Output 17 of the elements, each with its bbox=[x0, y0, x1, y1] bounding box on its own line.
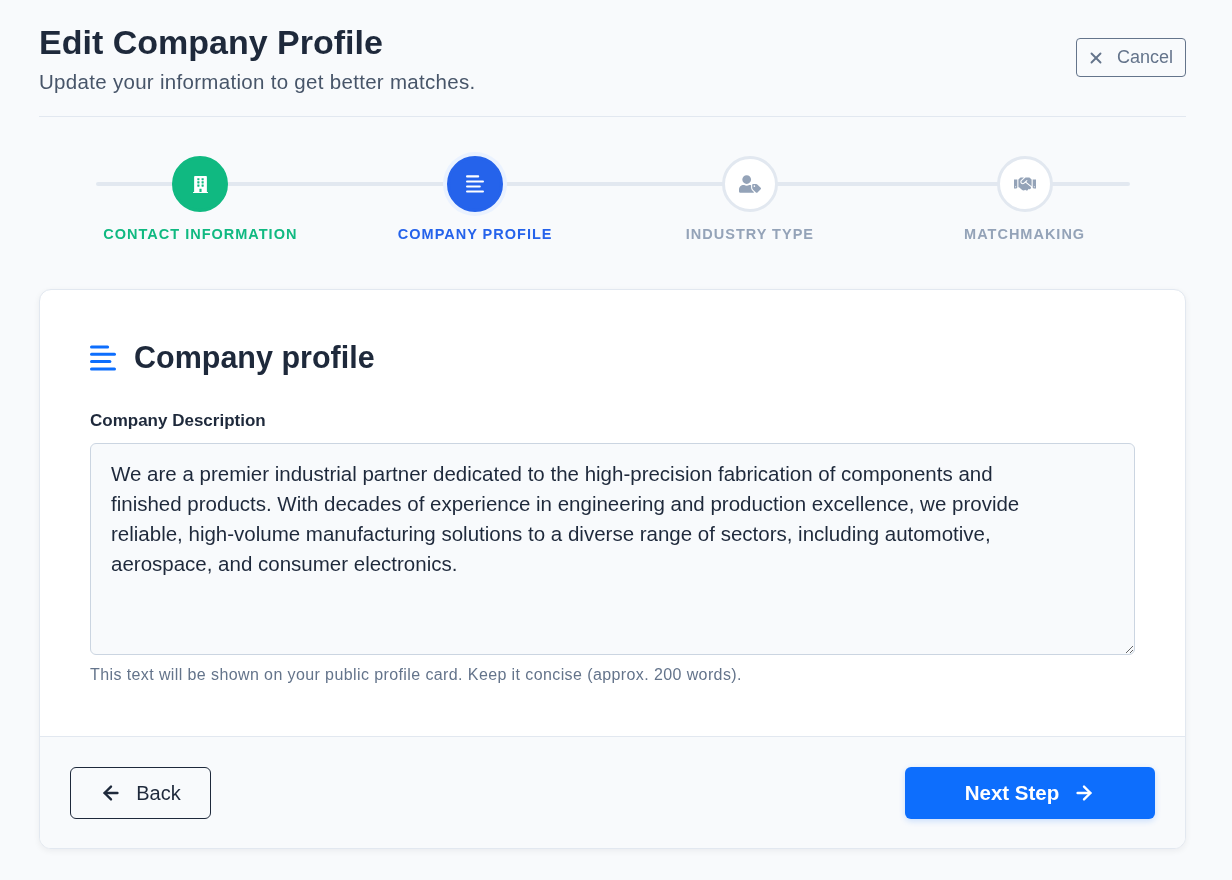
building-icon bbox=[191, 175, 209, 193]
card-heading: Company profile bbox=[134, 339, 375, 376]
description-field[interactable]: We are a premier industrial partner dedicated to the high-precision fabrication of components and finished products. With decades of experience in engineering and production excellence, we provide reliable, high-volume manufacturing solutions to a diverse range of sectors, including automotive, aerospace, and consumer electronics. bbox=[90, 443, 1135, 655]
step-label: COMPANY PROFILE bbox=[397, 225, 553, 243]
cancel-button[interactable]: Cancel bbox=[1075, 38, 1186, 77]
back-button[interactable]: Back bbox=[70, 767, 211, 819]
step-label: CONTACT INFORMATION bbox=[103, 225, 298, 243]
lines-icon bbox=[466, 175, 485, 193]
field-label: Company Description bbox=[90, 411, 267, 431]
step-label: INDUSTRY TYPE bbox=[685, 225, 814, 243]
help-text: This text will be shown on your public profile card. Keep it concise (approx. 200 words). bbox=[90, 666, 743, 684]
next-step-button[interactable]: Next Step bbox=[905, 767, 1155, 819]
page-subtitle: Update your information to get better matches. bbox=[39, 70, 476, 94]
page-title: Edit Company Profile bbox=[39, 22, 384, 63]
step-label: MATCHMAKING bbox=[964, 225, 1086, 243]
person-tag-icon bbox=[738, 173, 761, 195]
lines-icon bbox=[90, 344, 116, 371]
